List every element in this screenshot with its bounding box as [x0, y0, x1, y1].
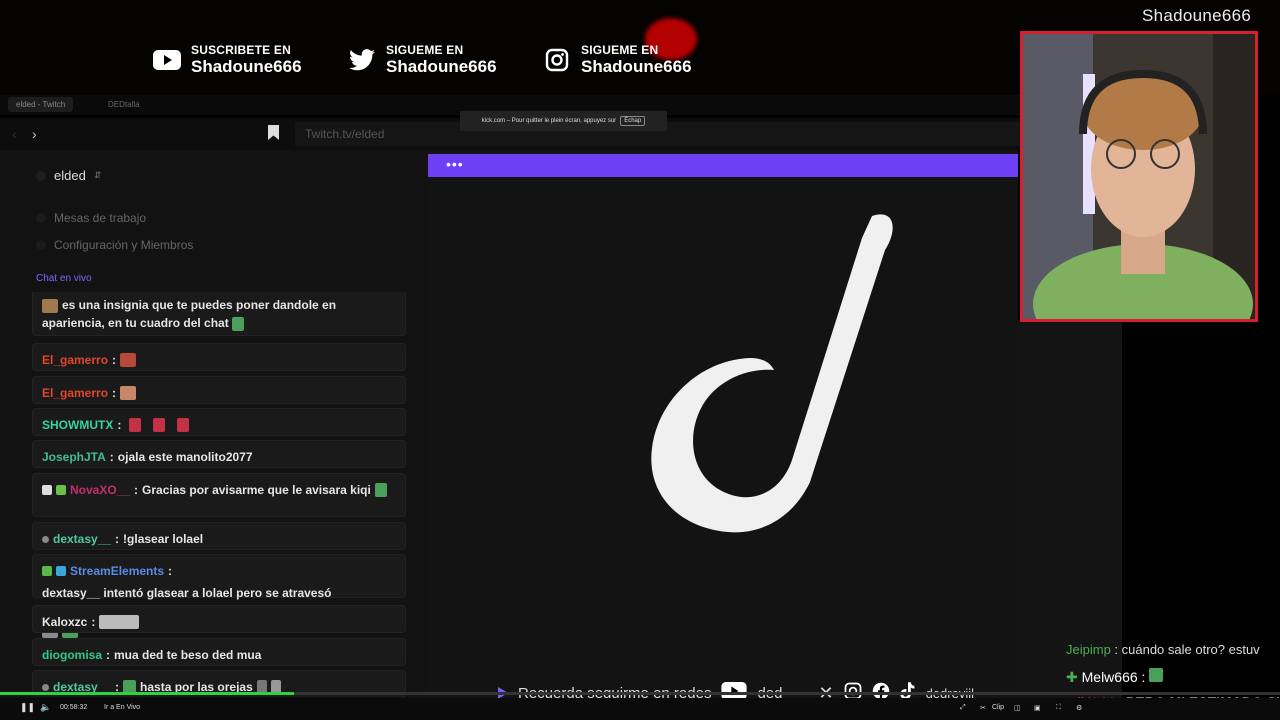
chat-message: NovaXO__: Gracias por avisarme que le av… [32, 473, 406, 517]
minimize-icon[interactable]: ⤢ [960, 704, 966, 712]
chat-username[interactable]: diogomisa [42, 646, 102, 664]
badge-icon [42, 566, 52, 576]
chat-username[interactable]: JosephJTA [42, 448, 106, 466]
badge-icon [42, 683, 49, 691]
pepe-emote-icon [232, 316, 245, 331]
menu-label: Configuración y Miembros [54, 238, 194, 252]
badge-icon [56, 566, 66, 576]
forward-arrow-icon[interactable]: › [32, 126, 37, 142]
emote-icon [120, 353, 137, 367]
chat-text: mua ded te beso ded mua [114, 648, 262, 662]
chat-message: El_gamerro: [32, 343, 406, 371]
plus-badge-icon: ✚ [1066, 669, 1078, 685]
settings-gear-icon[interactable]: ⚙ [1076, 704, 1082, 712]
webcam-feed [1020, 31, 1258, 322]
pause-icon[interactable]: ❚❚ [20, 702, 35, 713]
ded-logo [640, 210, 910, 540]
instagram-icon [543, 46, 571, 74]
theater-icon[interactable]: ◫ [1014, 704, 1021, 712]
chat-message: es una insignia que te puedes poner dand… [32, 292, 406, 336]
overlay-chat-message: Jeipimp : cuándo sale otro? estuv [1066, 642, 1260, 657]
twitter-icon [348, 46, 376, 74]
fullscreen-notice-text: kick.com – Pour quitter le plein écran, … [481, 118, 617, 124]
overlay-chat-message: ✚ Melw666 : [1066, 668, 1164, 686]
fullscreen-notice: kick.com – Pour quitter le plein écran, … [460, 111, 667, 131]
badge-icon [56, 485, 66, 495]
chat-message: JosephJTA: ojala este manolito2077 [32, 440, 406, 468]
chat-list: es una insignia que te puedes poner dand… [32, 292, 406, 697]
menu-item-workspaces[interactable]: Mesas de trabajo [36, 211, 146, 225]
go-live-button[interactable]: Ir a En Vivo [104, 704, 140, 711]
chat-username[interactable]: El_gamerro [42, 384, 108, 402]
bookmark-icon[interactable] [268, 125, 279, 140]
overlay-chat-username: Jeipimp [1066, 642, 1111, 657]
pepe-emote-icon [374, 483, 387, 497]
youtube-handle: Shadoune666 [191, 57, 302, 76]
emote-icon [153, 418, 166, 432]
settings-icon [36, 240, 46, 250]
live-chat-label: Chat en vivo [36, 273, 92, 284]
emote-icon [99, 615, 140, 629]
emote-icon [129, 418, 142, 432]
elapsed-time: 00:58:32 [60, 704, 88, 711]
menu-label: Mesas de trabajo [54, 211, 147, 225]
volume-icon[interactable]: 🔈 [40, 702, 51, 713]
more-options-icon[interactable]: ••• [446, 156, 464, 172]
chat-username[interactable]: Kaloxzc [42, 613, 87, 631]
browser-tab-dedtalla[interactable]: DEDtalla [100, 97, 148, 112]
pip-icon[interactable]: ▣ [1034, 704, 1041, 712]
tab-label: elded - Twitch [16, 100, 66, 109]
menu-item-settings[interactable]: Configuración y Miembros [36, 238, 193, 252]
instagram-handle: Shadoune666 [581, 57, 692, 76]
badge-icon [42, 535, 49, 543]
channel-selector[interactable]: elded ⇵ [36, 168, 101, 183]
chat-message: diogomisa: mua ded te beso ded mua [32, 638, 406, 666]
chat-text: Gracias por avisarme que le avisara kiqi [142, 483, 371, 497]
player-controls: ❚❚ 🔈 00:58:32 Ir a En Vivo ⤢ ✂ Clip ◫ ▣ … [0, 698, 1280, 720]
chat-username[interactable]: SHOWMUTX [42, 416, 113, 434]
emote-icon [120, 386, 137, 400]
overlay-chat-text: cuándo sale otro? estuv [1121, 642, 1260, 657]
fullscreen-icon[interactable]: ⛶ [1056, 704, 1061, 712]
badge-icon [42, 485, 52, 495]
instagram-cta: SIGUEME EN [581, 43, 659, 57]
seek-bar[interactable] [0, 692, 1280, 695]
emote-icon [177, 418, 190, 432]
overlay-chat-username: Melw666 [1081, 669, 1138, 685]
browser-tab-twitch[interactable]: elded - Twitch [8, 97, 74, 112]
chat-message: dextasy__: !glasear lolael [32, 522, 406, 550]
channel-avatar [36, 170, 46, 181]
webcam-name: Shadoune666 [1142, 6, 1252, 25]
chat-message: Kaloxzc: [32, 605, 406, 633]
chat-username[interactable]: NovaXO__ [70, 481, 130, 499]
escape-key-hint: Échap [620, 116, 646, 126]
instagram-social: SIGUEME EN Shadoune666 [543, 44, 692, 75]
twitter-cta: SIGUEME EN [386, 43, 464, 57]
chat-text: es una insignia que te puedes poner dand… [42, 298, 337, 330]
chat-text: ojala este manolito2077 [117, 450, 253, 464]
youtube-social: SUSCRIBETE EN Shadoune666 [153, 44, 302, 75]
video-top-bar: ••• [428, 154, 1018, 177]
chat-username[interactable]: StreamElements [70, 562, 164, 580]
workspaces-icon [36, 213, 46, 223]
emote-icon [42, 298, 58, 313]
chat-username[interactable]: dextasy__ [53, 530, 111, 548]
twitter-handle: Shadoune666 [386, 57, 497, 76]
clip-button[interactable]: Clip [992, 704, 1004, 711]
tab-label: DEDtalla [108, 100, 140, 109]
chevron-updown-icon: ⇵ [93, 170, 102, 180]
chat-text: !glasear lolael [123, 532, 204, 546]
chat-username[interactable]: El_gamerro [42, 351, 108, 369]
chat-message: El_gamerro: [32, 376, 406, 404]
youtube-icon [153, 46, 181, 74]
chat-message: StreamElements: dextasy__ intentó glasea… [32, 554, 406, 638]
seek-progress [0, 692, 295, 695]
channel-name: elded [54, 168, 86, 183]
pepe-emote-icon [1149, 668, 1164, 682]
chat-message: SHOWMUTX: [32, 408, 406, 436]
back-arrow-icon[interactable]: ‹ [12, 126, 17, 142]
youtube-cta: SUSCRIBETE EN [191, 43, 291, 57]
twitter-social: SIGUEME EN Shadoune666 [348, 44, 497, 75]
clip-icon[interactable]: ✂ [980, 704, 986, 712]
